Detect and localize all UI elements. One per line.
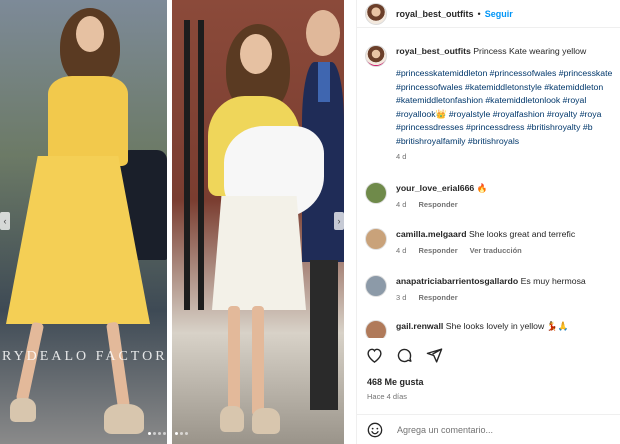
caption-avatar[interactable] xyxy=(365,45,387,67)
comment-item: camilla.melgaard She looks great and ter… xyxy=(357,228,620,255)
comment-avatar[interactable] xyxy=(365,320,387,338)
comment-time: 4 d xyxy=(396,200,407,209)
comment-input[interactable] xyxy=(397,424,597,435)
comment-avatar[interactable] xyxy=(365,182,387,204)
post-media[interactable]: RYDEALO FACTOR ‹ › xyxy=(0,0,356,444)
heart-icon xyxy=(366,348,382,363)
hashtag-line[interactable]: #princessdresses #princessdress #british… xyxy=(396,121,613,135)
comment-time: 3 d xyxy=(396,293,407,302)
carousel-dots-secondary xyxy=(175,432,188,435)
comment-text: 🔥 xyxy=(476,183,488,193)
carousel-dot xyxy=(148,432,151,435)
hashtags: #princesskatemiddleton #princessofwales … xyxy=(396,67,613,148)
reply-button[interactable]: Responder xyxy=(418,200,457,209)
send-icon xyxy=(426,347,442,363)
carousel-dot xyxy=(153,432,156,435)
carousel-next-button[interactable]: › xyxy=(334,212,344,230)
reply-button[interactable]: Responder xyxy=(418,246,457,255)
watermark: RYDEALO FACTOR xyxy=(2,349,167,364)
face xyxy=(76,16,104,52)
leg-left xyxy=(228,306,240,414)
comment-button[interactable] xyxy=(395,346,413,364)
share-button[interactable] xyxy=(425,346,443,364)
comment-username[interactable]: your_love_erial666 xyxy=(396,183,474,193)
shoe-left xyxy=(10,398,36,422)
comment-username[interactable]: anapatriciabarrientosgallardo xyxy=(396,276,518,286)
add-comment-bar xyxy=(357,414,620,444)
carousel-prev-button[interactable]: ‹ xyxy=(0,212,10,230)
photo-yellow-dress: RYDEALO FACTOR ‹ xyxy=(0,0,167,444)
hashtag-line[interactable]: #britishroyalfamily #britishroyals xyxy=(396,135,613,149)
hashtag-line[interactable]: #princesskatemiddleton #princessofwales … xyxy=(396,67,613,81)
caption-time: 4 d xyxy=(396,152,407,161)
follow-button[interactable]: Seguir xyxy=(485,9,513,19)
header-separator: • xyxy=(477,8,481,19)
leg-right xyxy=(106,321,130,409)
post-panel: royal_best_outfits • Seguir royal_best_o… xyxy=(356,0,620,444)
comment-icon xyxy=(397,348,412,362)
comment-username[interactable]: camilla.melgaard xyxy=(396,229,467,239)
hashtag-line[interactable]: #princessofwales #katemiddletonstyle #ka… xyxy=(396,81,613,95)
caption: royal_best_outfits Princess Kate wearing… xyxy=(357,30,620,161)
comment-avatar[interactable] xyxy=(365,275,387,297)
comment-item: your_love_erial666 🔥 4 d Responder xyxy=(357,182,620,209)
leg-right xyxy=(252,306,264,416)
caption-text: royal_best_outfits Princess Kate wearing… xyxy=(396,45,613,58)
comment-time: 4 d xyxy=(396,246,407,255)
shoe-left xyxy=(220,406,244,432)
shoe-right xyxy=(104,404,144,434)
carousel-dots xyxy=(148,432,166,435)
railing xyxy=(184,20,190,310)
dress-bodice xyxy=(48,76,128,166)
caption-username[interactable]: royal_best_outfits xyxy=(396,46,471,56)
carousel-dot xyxy=(158,432,161,435)
hashtag-line[interactable]: #katemiddletonfashion #katemiddletonlook… xyxy=(396,94,613,108)
caption-message: Princess Kate wearing yellow xyxy=(473,46,587,56)
dress-skirt xyxy=(212,196,306,310)
like-button[interactable] xyxy=(365,346,383,364)
man-legs xyxy=(310,260,338,410)
carousel-dot xyxy=(175,432,178,435)
comments-list[interactable]: royal_best_outfits Princess Kate wearing… xyxy=(357,30,620,338)
comment-avatar[interactable] xyxy=(365,228,387,250)
post-age: Hace 4 días xyxy=(367,392,408,401)
reply-button[interactable]: Responder xyxy=(418,293,457,302)
comment-item: gail.renwall She looks lovely in yellow … xyxy=(357,320,620,338)
post-header: royal_best_outfits • Seguir xyxy=(357,0,620,28)
carousel-dot xyxy=(185,432,188,435)
carousel-dot xyxy=(180,432,183,435)
railing xyxy=(198,20,204,310)
comment-text: She looks lovely in yellow 💃🙏 xyxy=(445,321,569,331)
header-username[interactable]: royal_best_outfits xyxy=(396,9,474,19)
comment-text: Es muy hermosa xyxy=(520,276,586,286)
likes-count[interactable]: 468 Me gusta xyxy=(367,377,424,387)
man-shirt xyxy=(318,62,330,102)
hashtag-line[interactable]: #royallook👑 #royalstyle #royalfashion #r… xyxy=(396,108,613,122)
comment-text: She looks great and terrefic xyxy=(468,229,576,239)
comment-item: anapatriciabarrientosgallardo Es muy her… xyxy=(357,275,620,302)
photo-white-dress xyxy=(172,0,344,444)
carousel-dot xyxy=(163,432,166,435)
shoe-right xyxy=(252,408,280,434)
media-edge xyxy=(344,0,356,444)
see-translation-button[interactable]: Ver traducción xyxy=(470,246,522,255)
emoji-icon[interactable] xyxy=(367,422,383,438)
face xyxy=(240,34,272,74)
post-actions xyxy=(365,346,443,364)
comment-username[interactable]: gail.renwall xyxy=(396,321,443,331)
avatar[interactable] xyxy=(365,2,387,25)
man-face xyxy=(306,10,340,56)
